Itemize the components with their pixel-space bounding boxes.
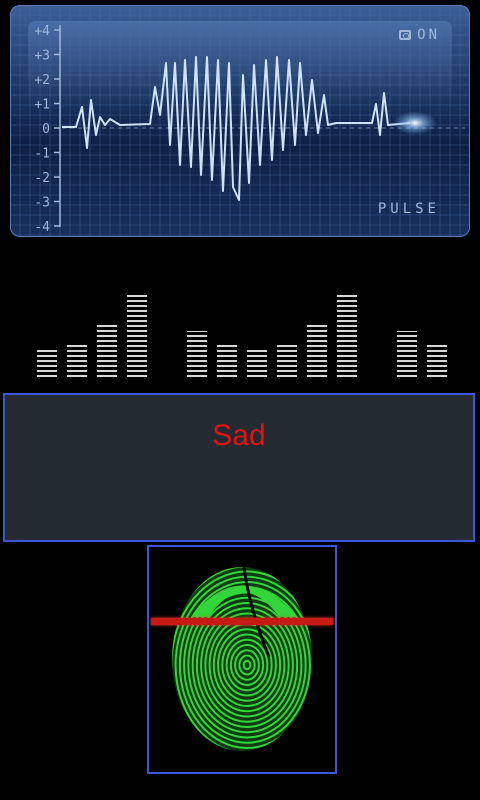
status-label: ON [417,27,440,43]
equalizer-bar [187,331,207,377]
equalizer-bar [127,293,147,377]
equalizer-bar [337,293,357,377]
equalizer-bar [307,325,327,377]
status-indicator[interactable]: ON [399,27,440,43]
equalizer-bar [217,343,237,377]
equalizer-bar [397,331,417,377]
waveform-line [62,56,411,201]
fingerprint-scanner[interactable] [147,545,337,774]
y-axis-tick: -1 [34,147,50,162]
pulse-cursor [393,111,437,135]
y-axis-tick: -3 [34,196,50,211]
equalizer-bar [67,343,87,377]
y-axis-tick: +3 [34,49,50,64]
fingerprint-icon [172,566,312,751]
equalizer-bar [277,343,297,377]
equalizer-bar [427,343,447,377]
y-axis-tick: -4 [34,220,50,235]
equalizer-bar [247,349,267,377]
mood-result-text: Sad [212,419,266,452]
equalizer-bar [37,349,57,377]
pulse-label: PULSE [377,201,440,217]
y-axis-tick: 0 [42,122,50,137]
equalizer-bar [97,325,117,377]
pulse-monitor: +4 +3 +2 +1 0 -1 -2 -3 -4 ON PULSE [10,5,470,237]
mood-result-panel: Sad [3,393,475,542]
equalizer [0,290,480,380]
y-axis-tick: +4 [34,24,50,39]
y-axis-tick: +1 [34,98,50,113]
y-axis-tick: +2 [34,73,50,88]
scan-line [151,618,333,625]
camera-icon [399,30,412,40]
y-axis-tick: -2 [34,171,50,186]
